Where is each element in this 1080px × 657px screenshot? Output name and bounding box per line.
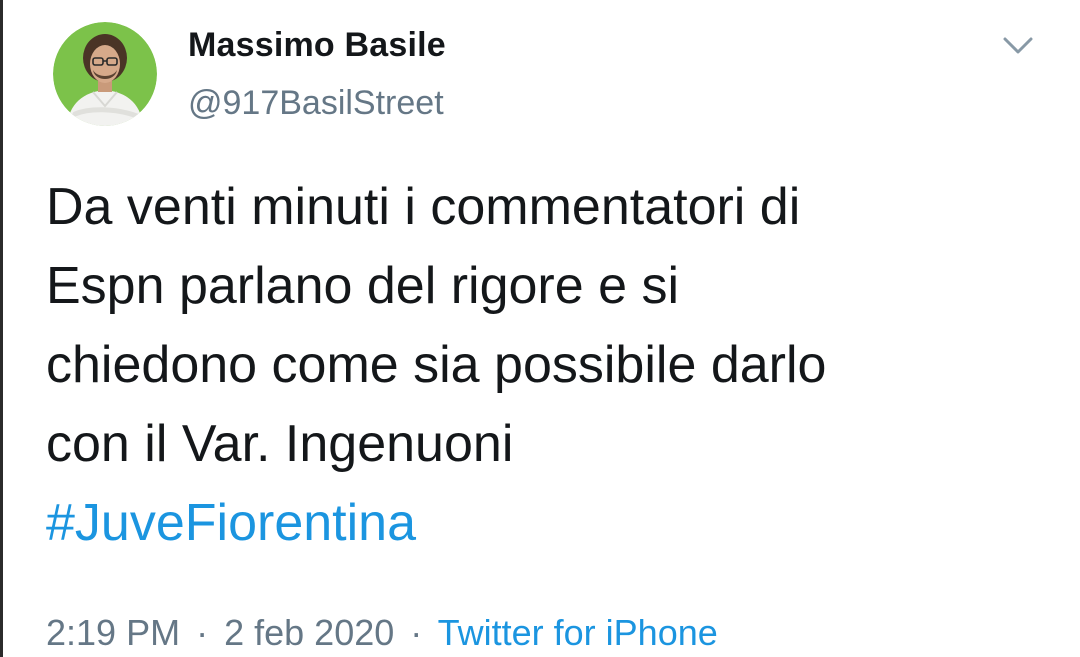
meta-separator: · [410, 612, 423, 653]
tweet-text: Da venti minuti i commentatori di Espn p… [46, 168, 1046, 563]
chevron-down-icon [1003, 37, 1033, 54]
profile-photo-icon [53, 22, 157, 126]
hashtag-link[interactable]: #JuveFiorentina [46, 484, 1046, 563]
author-handle[interactable]: @917BasilStreet [188, 84, 444, 123]
avatar[interactable] [53, 22, 157, 126]
tweet-text-line: chiedono come sia possibile darlo [46, 336, 827, 394]
tweet-date[interactable]: 2 feb 2020 [224, 612, 394, 653]
tweet-text-line: Da venti minuti i commentatori di [46, 178, 801, 236]
tweet-text-line: Espn parlano del rigore e si [46, 257, 680, 315]
tweet-time[interactable]: 2:19 PM [46, 612, 180, 653]
tweet-card: Massimo Basile @917BasilStreet Da venti … [0, 0, 1080, 657]
tweet-text-line: con il Var. Ingenuoni [46, 415, 514, 473]
meta-separator: · [196, 612, 209, 653]
author-display-name[interactable]: Massimo Basile [188, 26, 446, 65]
tweet-source-link[interactable]: Twitter for iPhone [438, 612, 718, 653]
tweet-menu-button[interactable] [1000, 30, 1036, 60]
tweet-metadata: 2:19 PM · 2 feb 2020 · Twitter for iPhon… [46, 612, 718, 654]
